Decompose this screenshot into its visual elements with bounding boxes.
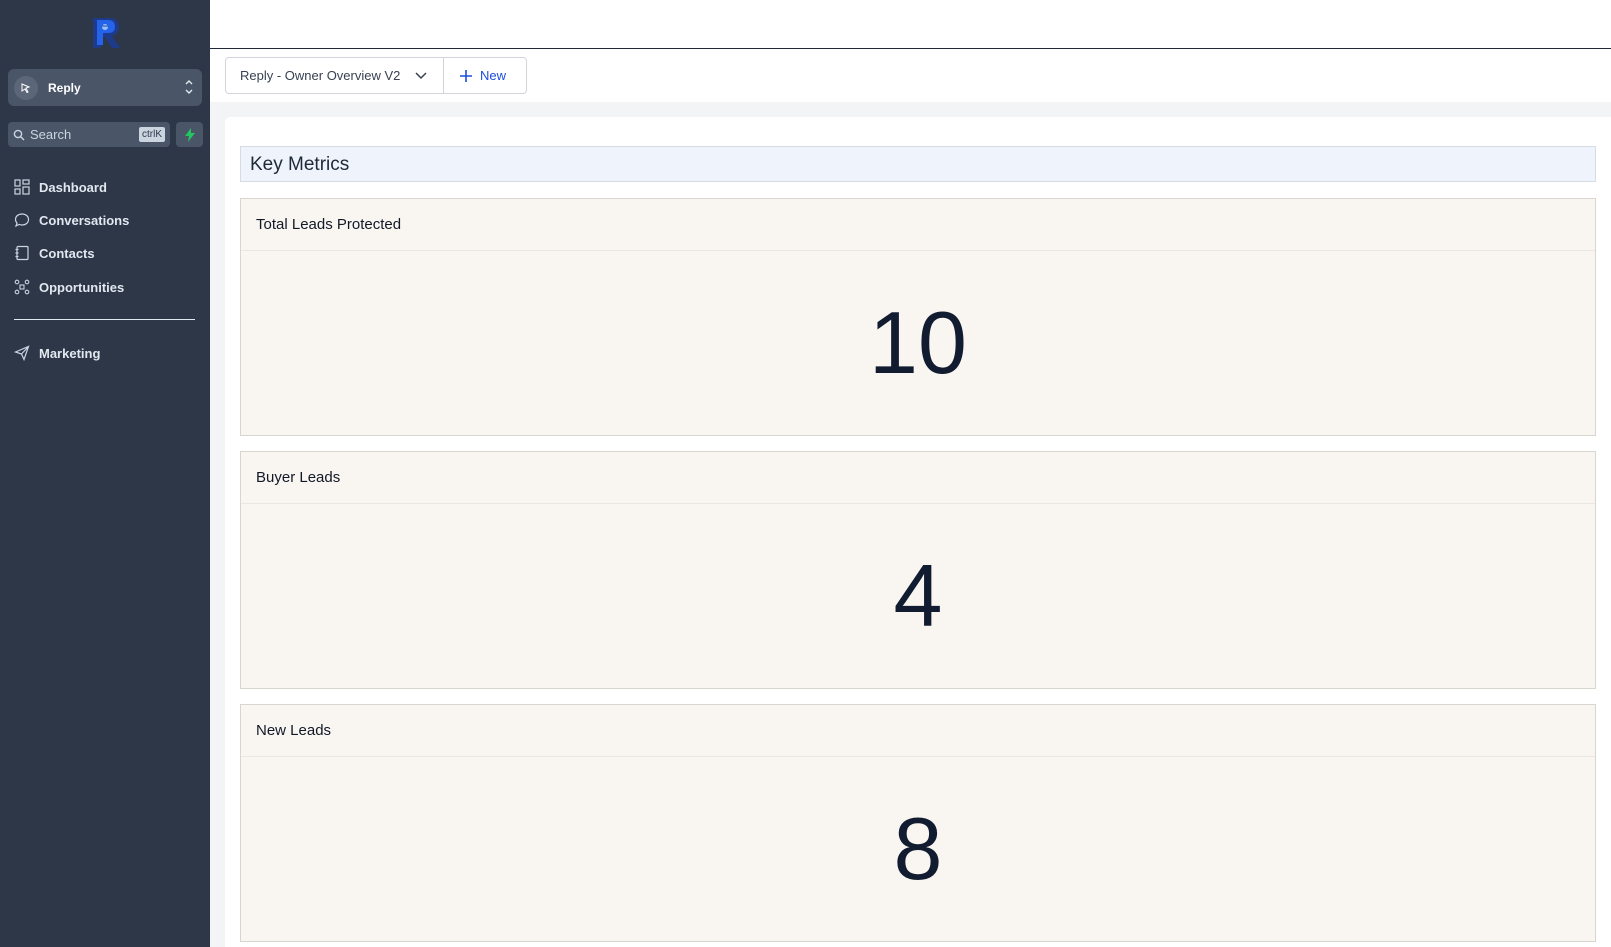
new-dashboard-button[interactable]: New	[443, 57, 527, 94]
app-logo[interactable]	[87, 14, 125, 52]
sidebar-item-label: Contacts	[39, 245, 95, 261]
chevron-down-icon	[415, 72, 427, 80]
metric-card-title: New Leads	[241, 705, 1595, 757]
sidebar-item-conversations[interactable]: Conversations	[14, 208, 129, 232]
sidebar: Reply Search ctrlK Dashboard Conversatio…	[0, 0, 210, 947]
sidebar-divider	[14, 319, 195, 320]
search-placeholder: Search	[30, 127, 72, 142]
metric-card-total-leads-protected[interactable]: Total Leads Protected 10	[240, 198, 1596, 436]
sidebar-item-label: Dashboard	[39, 179, 107, 195]
search-input[interactable]: Search ctrlK	[8, 122, 170, 147]
pointer-icon	[21, 82, 31, 93]
sidebar-item-label: Conversations	[39, 212, 130, 228]
lightning-bolt-icon	[184, 127, 195, 142]
metric-card-value: 10	[869, 293, 967, 392]
dashboard-panel: Key Metrics Total Leads Protected 10 Buy…	[225, 117, 1611, 947]
account-switcher[interactable]: Reply	[8, 69, 202, 106]
chevron-up-down-icon	[185, 80, 193, 94]
section-title: Key Metrics	[240, 146, 1596, 182]
account-name: Reply	[48, 80, 81, 95]
dashboard-icon	[14, 179, 30, 195]
sidebar-item-label: Marketing	[39, 345, 101, 361]
sidebar-item-label: Opportunities	[39, 279, 125, 295]
search-shortcut-badge: ctrlK	[139, 127, 165, 142]
plus-icon	[460, 69, 472, 82]
account-avatar	[14, 75, 38, 100]
metric-card-value: 4	[893, 546, 943, 645]
dashboard-view-select[interactable]: Reply - Owner Overview V2	[225, 57, 444, 94]
new-button-label: New	[480, 68, 507, 83]
chat-bubble-icon	[14, 213, 30, 228]
send-icon	[14, 345, 30, 361]
top-header	[210, 0, 1611, 49]
dashboard-view-label: Reply - Owner Overview V2	[240, 68, 401, 83]
contacts-book-icon	[15, 245, 29, 261]
sidebar-item-marketing[interactable]: Marketing	[14, 341, 100, 365]
metric-card-new-leads[interactable]: New Leads 8	[240, 704, 1596, 942]
dashboard-toolbar: Reply - Owner Overview V2 New	[210, 49, 1611, 103]
quick-actions-button[interactable]	[176, 122, 203, 147]
opportunities-icon	[14, 279, 30, 295]
metric-card-title: Total Leads Protected	[241, 199, 1595, 251]
metric-card-buyer-leads[interactable]: Buyer Leads 4	[240, 451, 1596, 689]
sidebar-item-dashboard[interactable]: Dashboard	[14, 175, 107, 199]
sidebar-item-contacts[interactable]: Contacts	[14, 241, 95, 265]
sidebar-item-opportunities[interactable]: Opportunities	[14, 275, 124, 299]
metric-card-value: 8	[893, 799, 943, 898]
dashboard-content: Key Metrics Total Leads Protected 10 Buy…	[210, 102, 1611, 947]
metric-card-title: Buyer Leads	[241, 452, 1595, 504]
search-icon	[13, 129, 25, 140]
